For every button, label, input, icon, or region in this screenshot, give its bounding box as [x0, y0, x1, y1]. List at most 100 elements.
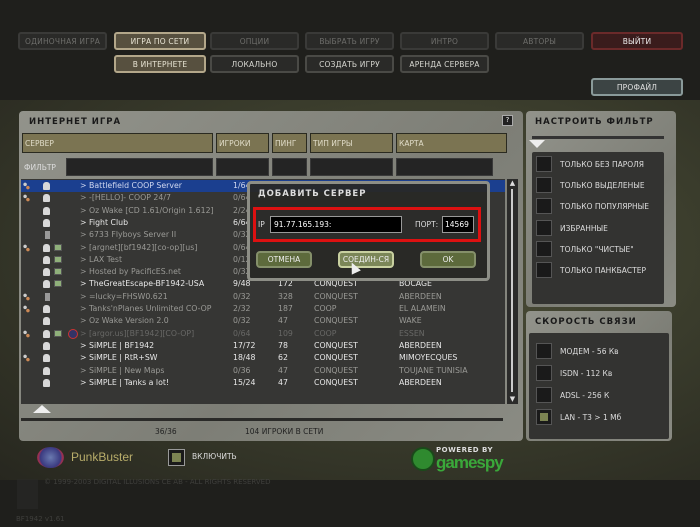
server-gametype: CONQUEST	[314, 291, 358, 301]
server-row[interactable]: > SiMPLE | Tanks a lot! 15/24 47 CONQUEST AB…	[21, 377, 505, 389]
linux-icon	[43, 341, 50, 350]
server-ping: 47	[278, 365, 288, 375]
speed-checkbox[interactable]	[536, 365, 552, 381]
server-name: > SiMPLE | RtR+SW	[80, 353, 158, 363]
server-map: EL ALAMEIN	[399, 304, 446, 313]
column-players[interactable]: ИГРОКИ	[216, 133, 269, 153]
filter-checkbox[interactable]	[536, 262, 552, 278]
subnav-internet[interactable]: В ИНТЕРНЕТЕ	[114, 55, 206, 73]
server-name: > Oz Wake [CD 1.61/Origin 1.612]	[80, 205, 214, 215]
dice-logo-icon	[17, 479, 38, 509]
server-row[interactable]: > SiMPLE | New Maps 0/36 47 CONQUEST TOUJANE…	[21, 365, 505, 377]
address-box: IP 91.77.165.193: ПОРТ: 14569	[253, 207, 481, 242]
server-count: 36/36	[155, 427, 177, 436]
speed-option-label: ADSL - 256 К	[560, 391, 610, 400]
players-online: 104 ИГРОКИ В СЕТИ	[245, 427, 324, 436]
column-gametype[interactable]: ТИП ИГРЫ	[310, 133, 393, 153]
status-icon	[23, 329, 30, 338]
column-map[interactable]: КАРТА	[396, 133, 507, 153]
server-players: 0/64	[233, 328, 251, 338]
gamespy-logo-text: gamespy	[436, 453, 504, 472]
scroll-down-icon[interactable]: ▼	[508, 396, 517, 403]
punkbuster-label: PunkBuster	[71, 450, 134, 464]
server-row[interactable]: > SiMPLE | BF1942 17/72 78 CONQUEST ABERDEEN	[21, 340, 505, 352]
filter-server-input[interactable]	[66, 158, 213, 176]
server-name: > SiMPLE | New Maps	[80, 365, 165, 375]
server-map: ABERDEEN	[399, 377, 442, 387]
ip-input[interactable]: 91.77.165.193:	[270, 216, 402, 233]
server-ping: 62	[278, 353, 288, 363]
scroll-track[interactable]	[511, 189, 513, 392]
expand-arrow-icon[interactable]	[529, 140, 545, 148]
server-ping: 187	[278, 304, 293, 313]
server-name: > SiMPLE | BF1942	[80, 340, 155, 350]
filter-map-input[interactable]	[396, 158, 493, 176]
nav-intro[interactable]: ИНТРО	[400, 32, 489, 50]
server-name: > =lucky=FHSW0.621	[80, 291, 168, 301]
nav-singleplayer[interactable]: ОДИНОЧНАЯ ИГРА	[18, 32, 107, 50]
gamespy-logo-icon	[411, 447, 435, 471]
ok-button[interactable]: OK	[420, 251, 476, 268]
server-ping: 109	[278, 328, 293, 338]
server-players: 18/48	[233, 353, 256, 363]
linux-icon	[43, 329, 50, 338]
filter-checkbox[interactable]	[536, 198, 552, 215]
filter-option-label: ТОЛЬКО ПАНКБАСТЕР	[560, 266, 646, 275]
column-ping[interactable]: ПИНГ	[272, 133, 307, 153]
filter-checkbox[interactable]	[536, 219, 552, 236]
linux-icon	[43, 194, 50, 203]
filter-option-label: ТОЛЬКО БЕЗ ПАРОЛЯ	[560, 160, 645, 169]
connect-button[interactable]: СОЕДИН-СЯ	[338, 251, 394, 268]
filter-checkbox[interactable]	[536, 156, 552, 172]
server-gametype: CONQUEST	[314, 316, 358, 326]
server-name: > Oz Wake Version 2.0	[80, 316, 169, 326]
nav-multiplayer[interactable]: ИГРА ПО СЕТИ	[114, 32, 206, 50]
column-server[interactable]: СЕРВЕР	[22, 133, 213, 153]
server-gametype: CONQUEST	[314, 365, 358, 375]
filter-gametype-input[interactable]	[310, 158, 393, 176]
nav-select-game[interactable]: ВЫБРАТЬ ИГРУ	[305, 32, 394, 50]
server-name: > Tanks'nPlanes Unlimited CO-OP	[80, 304, 212, 313]
server-row[interactable]: > =lucky=FHSW0.621 0/32 328 CONQUEST ABERDEE…	[21, 291, 505, 303]
linux-icon	[43, 378, 50, 387]
speed-checkbox[interactable]	[536, 387, 552, 403]
server-row[interactable]: > SiMPLE | RtR+SW 18/48 62 CONQUEST MIMOYECQ…	[21, 352, 505, 364]
panel-title: ИНТЕРНЕТ ИГРА	[29, 117, 122, 127]
scrollbar[interactable]: ▲ ▼	[507, 179, 518, 404]
nav-options[interactable]: ОПЦИИ	[210, 32, 299, 50]
status-icon	[23, 194, 30, 203]
linux-icon	[43, 218, 50, 227]
nav-credits[interactable]: АВТОРЫ	[495, 32, 584, 50]
help-button[interactable]: ?	[502, 115, 513, 126]
server-players: 0/36	[233, 365, 251, 375]
speed-checkbox[interactable]	[536, 409, 552, 425]
punkbuster-logo-icon	[37, 447, 64, 468]
profile-button[interactable]: ПРОФАЙЛ	[591, 78, 683, 96]
punkbuster-checkbox[interactable]	[168, 449, 185, 466]
server-row[interactable]: > Tanks'nPlanes Unlimited CO-OP 2/32 187 CO…	[21, 303, 505, 315]
scroll-up-icon[interactable]: ▲	[508, 180, 517, 187]
filter-ping-input[interactable]	[272, 158, 307, 176]
server-map: ABERDEEN	[399, 291, 442, 301]
speed-checkbox[interactable]	[536, 343, 552, 359]
server-name: > SiMPLE | Tanks a lot!	[80, 377, 170, 387]
server-name: > LAX Test	[80, 254, 123, 264]
filter-checkbox[interactable]	[536, 240, 552, 257]
windows-server-icon	[45, 292, 50, 301]
server-row[interactable]: > [argor.us][BF1942][CO-OP] 0/64 109 COOP ES…	[21, 328, 505, 340]
nav-exit[interactable]: ВЫЙТИ	[591, 32, 683, 50]
cancel-button[interactable]: ОТМЕНА	[256, 251, 312, 268]
subnav-local[interactable]: ЛОКАЛЬНО	[210, 55, 299, 73]
filter-checkbox[interactable]	[536, 177, 552, 194]
server-row[interactable]: > Oz Wake Version 2.0 0/32 47 CONQUEST WAKE	[21, 315, 505, 327]
port-input[interactable]: 14569	[442, 216, 474, 233]
filter-players-input[interactable]	[216, 158, 269, 176]
server-map: TOUJANE TUNISIA	[399, 365, 468, 375]
linux-icon	[43, 317, 50, 326]
subnav-create-game[interactable]: СОЗДАТЬ ИГРУ	[305, 55, 394, 73]
speed-option-label: ISDN - 112 Кв	[560, 369, 613, 378]
subnav-rent-server[interactable]: АРЕНДА СЕРВЕРА	[400, 55, 489, 73]
linux-icon	[43, 280, 50, 289]
collapse-arrow-icon[interactable]	[33, 405, 51, 413]
status-icon	[23, 305, 30, 313]
